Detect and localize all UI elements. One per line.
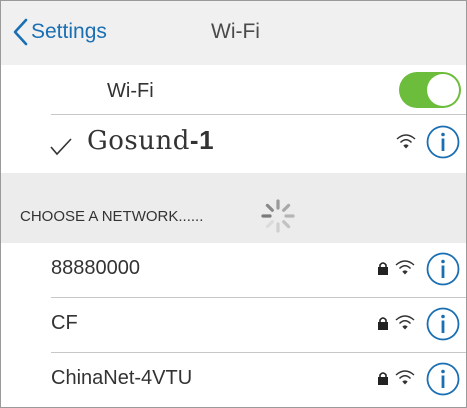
page-title: Wi-Fi — [211, 20, 260, 43]
lock-icon — [378, 262, 388, 275]
info-icon[interactable] — [426, 125, 460, 159]
section-title: CHOOSE A NETWORK...... — [20, 208, 204, 225]
info-icon[interactable] — [426, 307, 460, 341]
network-name: 88880000 — [51, 257, 140, 279]
chevron-left-icon — [13, 18, 28, 46]
toggle-knob — [427, 74, 459, 106]
network-row[interactable]: ChinaNet-4VTU — [1, 353, 466, 407]
wifi-signal-icon — [396, 134, 416, 149]
network-row[interactable]: 88880000 — [1, 243, 466, 298]
connected-network-base: Gosund — [87, 126, 190, 156]
wifi-toggle-label: Wi-Fi — [107, 80, 154, 102]
wifi-toggle-switch[interactable] — [399, 72, 461, 108]
network-name: CF — [51, 312, 78, 334]
network-name: ChinaNet-4VTU — [51, 367, 193, 389]
lock-icon — [378, 372, 388, 385]
network-row[interactable]: CF — [1, 298, 466, 353]
info-icon[interactable] — [426, 252, 460, 286]
loading-spinner-icon — [261, 199, 295, 233]
checkmark-icon — [50, 138, 72, 156]
navigation-bar: Settings Wi-Fi — [1, 1, 466, 65]
choose-network-section: CHOOSE A NETWORK...... — [1, 173, 466, 243]
wifi-settings-screen: Settings Wi-Fi Wi-Fi Gosund-1 CHOOSE A N… — [0, 0, 467, 408]
wifi-toggle-row: Wi-Fi — [1, 65, 466, 115]
back-button[interactable]: Settings — [11, 17, 107, 47]
connected-network-name: Gosund-1 — [87, 125, 214, 156]
info-icon[interactable] — [426, 362, 460, 396]
connected-network-suffix: -1 — [189, 125, 215, 155]
lock-icon — [378, 317, 388, 330]
wifi-signal-icon — [395, 315, 415, 330]
wifi-signal-icon — [395, 260, 415, 275]
wifi-signal-icon — [395, 370, 415, 385]
back-button-label: Settings — [31, 20, 107, 43]
